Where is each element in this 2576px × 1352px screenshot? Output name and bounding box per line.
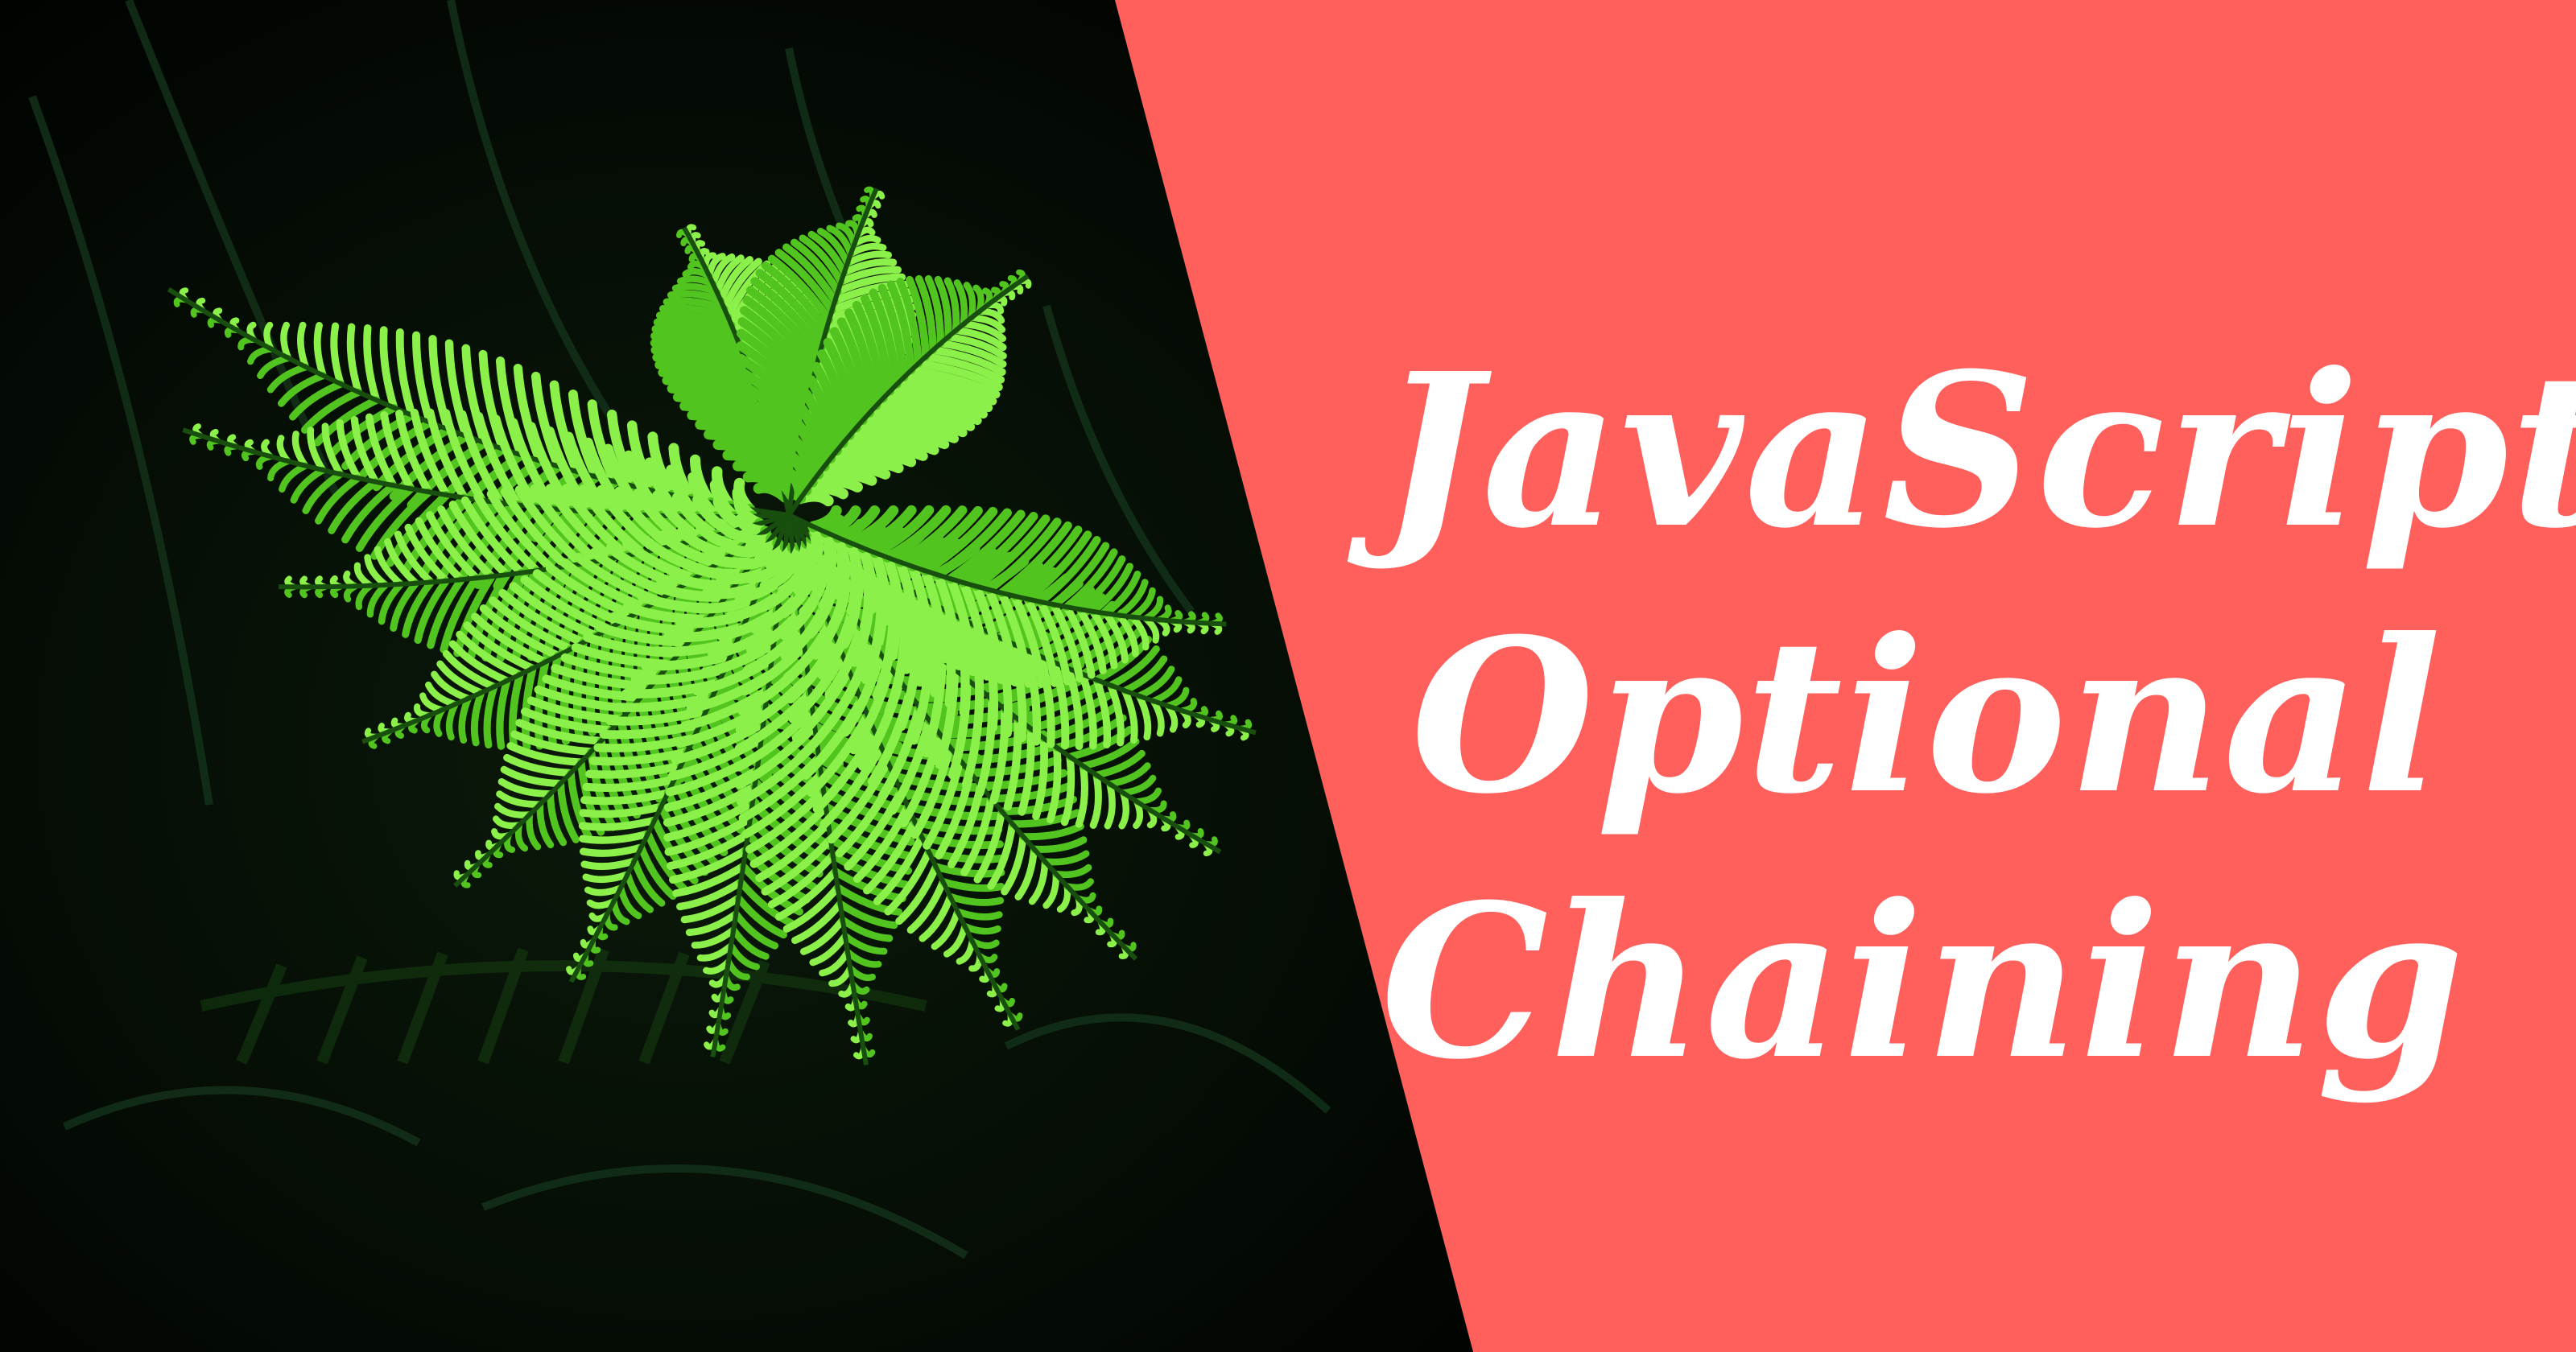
title-block: JavaScript Optional Chaining [1381,318,2576,1115]
hero-banner: JavaScript Optional Chaining [0,0,2576,1352]
title-line-chaining: Chaining [1381,858,2467,1106]
title-line-javascript: JavaScript [1381,327,2576,575]
title-line-optional: Optional [1410,592,2443,840]
